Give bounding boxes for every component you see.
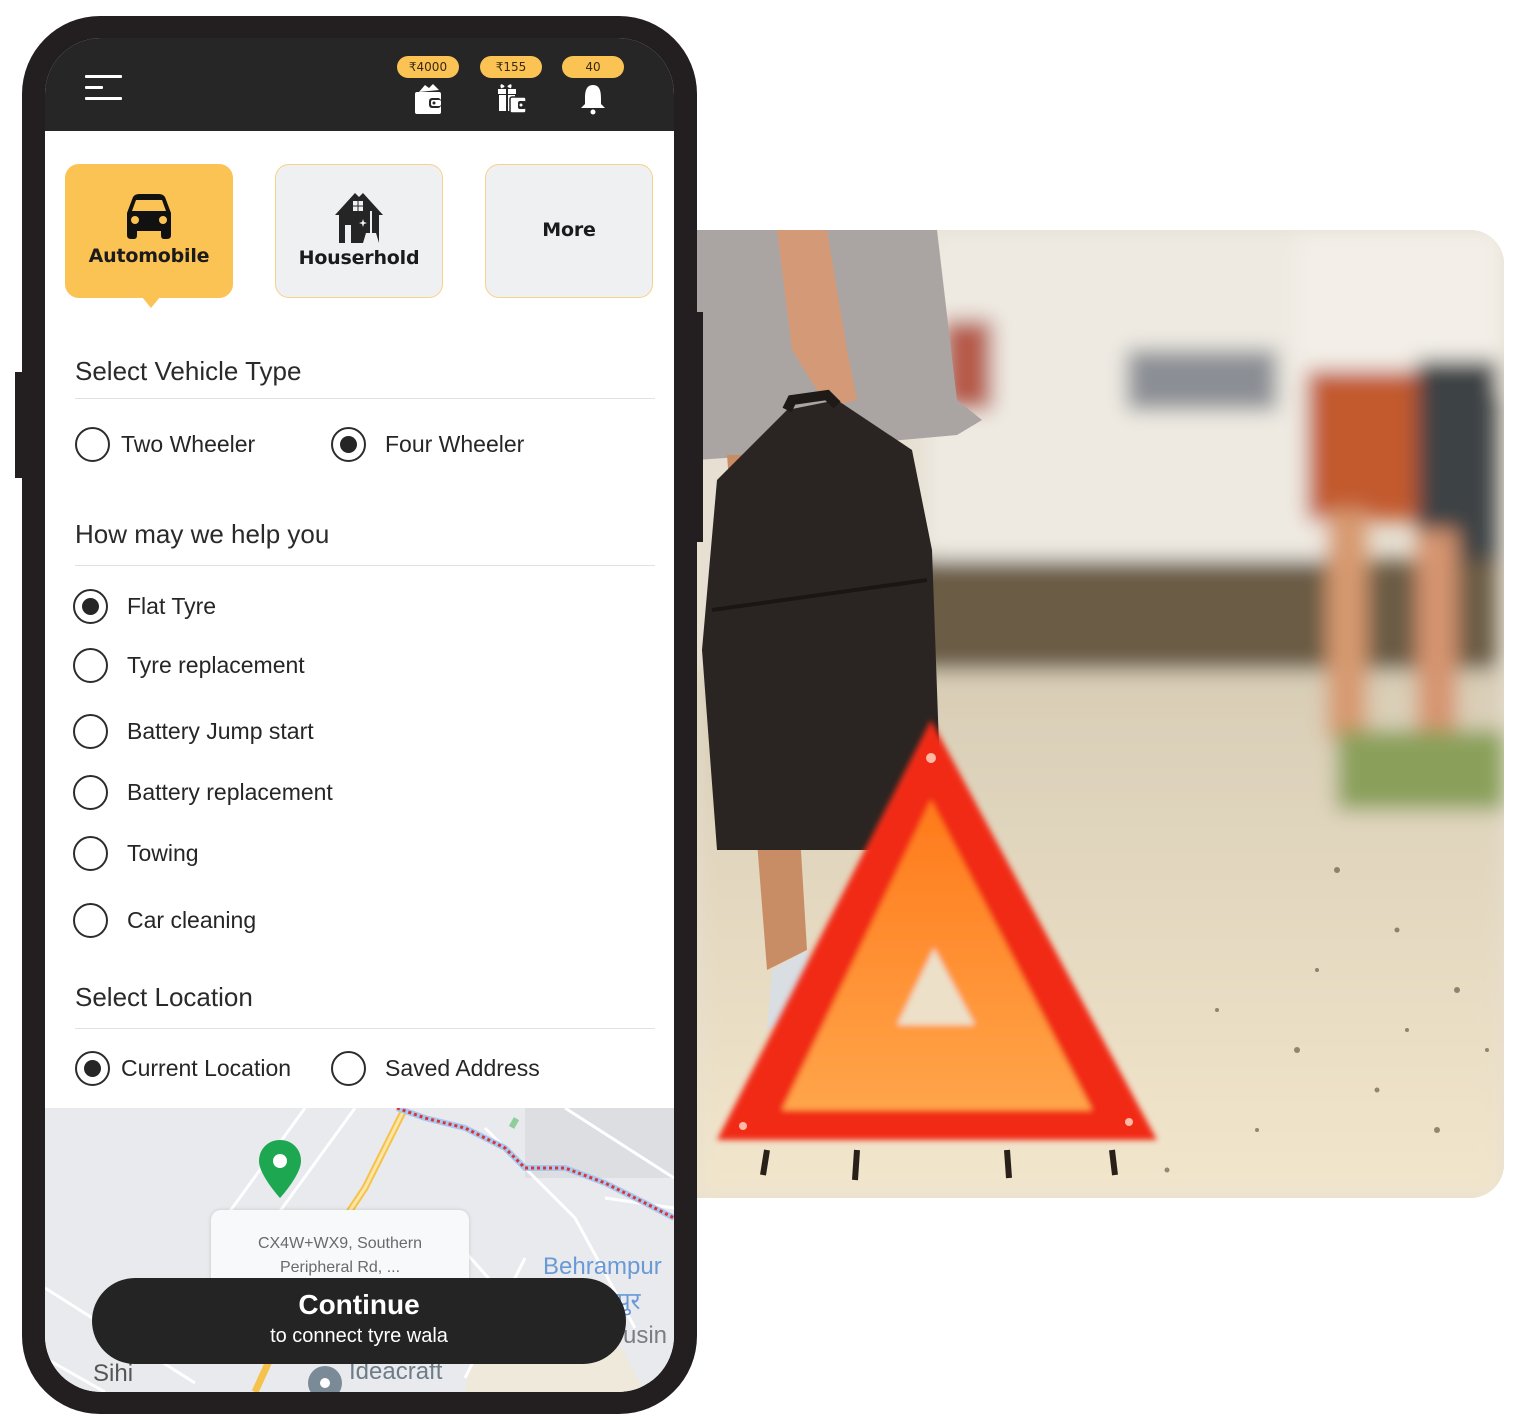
divider (75, 1028, 655, 1029)
radio-four-wheeler[interactable]: Four Wheeler (331, 427, 524, 462)
radio-button[interactable] (73, 775, 108, 810)
wallet-icon (415, 84, 441, 114)
gift-balance-badge: ₹155 (480, 56, 542, 78)
address-line-1: CX4W+WX9, Southern (257, 1235, 423, 1252)
map-label-housing: usin (623, 1322, 668, 1349)
radio-label: Car cleaning (127, 907, 257, 933)
address-line-2: Peripheral Rd, ... (279, 1259, 401, 1276)
continue-button-sublabel: to connect tyre wala (270, 1325, 448, 1347)
radio-button[interactable] (331, 1051, 366, 1086)
radio-tyre-replacement[interactable]: Tyre replacement (73, 648, 305, 683)
radio-label: Saved Address (385, 1055, 540, 1081)
section-title-location: Select Location (75, 982, 253, 1012)
radio-button[interactable] (73, 903, 108, 938)
wallet-balance-badge: ₹4000 (397, 56, 459, 78)
radio-towing[interactable]: Towing (73, 836, 199, 871)
notifications-button[interactable]: 40 (562, 56, 624, 120)
radio-label: Towing (127, 840, 199, 866)
hero-photo-roadside-warning-triangle (697, 230, 1504, 1198)
radio-two-wheeler[interactable]: Two Wheeler (75, 427, 255, 462)
wallet-button[interactable]: ₹4000 (397, 56, 459, 120)
radio-car-cleaning[interactable]: Car cleaning (73, 903, 256, 938)
radio-button[interactable] (73, 648, 108, 683)
place-marker-icon[interactable] (308, 1366, 342, 1392)
radio-button-checked[interactable] (75, 1051, 110, 1086)
phone-frame: ₹4000 ₹155 40 Automobile Houserhold More… (22, 16, 697, 1414)
radio-label: Tyre replacement (127, 652, 305, 678)
map-pin-icon[interactable] (259, 1140, 301, 1198)
gift-wallet-button[interactable]: ₹155 (480, 56, 542, 120)
category-label: Automobile (88, 245, 210, 267)
divider (75, 398, 655, 399)
notification-count-badge: 40 (562, 56, 624, 78)
section-title-vehicle-type: Select Vehicle Type (75, 356, 302, 386)
bell-icon (581, 85, 605, 115)
radio-saved-address[interactable]: Saved Address (331, 1051, 540, 1086)
phone-screen: ₹4000 ₹155 40 Automobile Houserhold More… (45, 38, 674, 1392)
radio-label: Battery Jump start (127, 718, 314, 744)
category-label: More (542, 219, 596, 241)
car-icon (127, 194, 171, 239)
category-tab-automobile[interactable]: Automobile (65, 164, 233, 308)
radio-button[interactable] (75, 427, 110, 462)
radio-button[interactable] (73, 714, 108, 749)
continue-button-label: Continue (298, 1289, 420, 1320)
menu-icon[interactable] (85, 75, 123, 101)
radio-current-location[interactable]: Current Location (75, 1051, 291, 1086)
radio-flat-tyre[interactable]: Flat Tyre (73, 589, 216, 624)
radio-label: Battery replacement (127, 779, 333, 805)
radio-label: Two Wheeler (121, 431, 256, 457)
gift-wallet-icon (498, 84, 527, 114)
continue-button[interactable]: Continue to connect tyre wala (92, 1278, 626, 1364)
map-label-behrampur: Behrampur (543, 1253, 662, 1280)
radio-label: Flat Tyre (127, 593, 217, 619)
map-label-sihi: Sihi (93, 1360, 134, 1387)
radio-button-checked[interactable] (73, 589, 108, 624)
app-header: ₹4000 ₹155 40 (45, 38, 674, 131)
category-label: Houserhold (298, 247, 420, 269)
radio-battery-jump-start[interactable]: Battery Jump start (73, 714, 314, 749)
radio-button[interactable] (73, 836, 108, 871)
radio-battery-replacement[interactable]: Battery replacement (73, 775, 333, 810)
category-tab-household[interactable]: Houserhold (275, 164, 443, 298)
divider (75, 565, 655, 566)
radio-button-checked[interactable] (331, 427, 366, 462)
house-cleaning-icon (335, 193, 383, 243)
radio-label: Four Wheeler (385, 431, 525, 457)
category-tab-more[interactable]: More (485, 164, 653, 298)
section-title-help: How may we help you (75, 519, 330, 549)
radio-label: Current Location (121, 1055, 292, 1081)
